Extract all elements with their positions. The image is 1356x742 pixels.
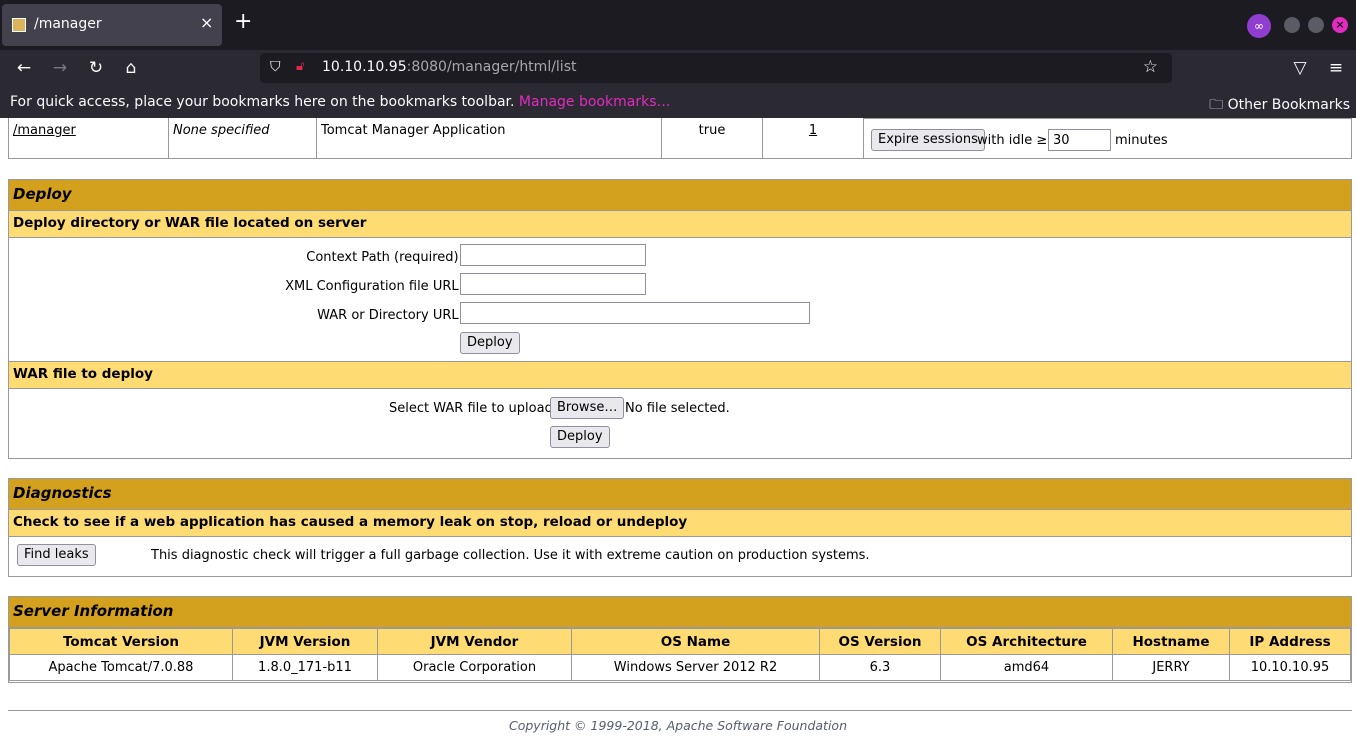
app-version-cell: None specified xyxy=(168,118,317,159)
other-bookmarks-label: Other Bookmarks xyxy=(1227,97,1350,113)
lock-icon[interactable]: 🔓︎ xyxy=(296,59,304,74)
header-os-architecture: OS Architecture xyxy=(940,628,1113,655)
header-os-version: OS Version xyxy=(819,628,941,655)
header-ip-address: IP Address xyxy=(1229,628,1351,655)
private-browsing-icon: ∞ xyxy=(1247,14,1271,38)
tomcat-version-value: Apache Tomcat/7.0.88 xyxy=(9,654,233,681)
url-path: :8080/manager/html/list xyxy=(406,59,577,75)
context-path-label: Context Path (required): xyxy=(306,250,463,265)
bookmarks-toolbar: For quick access, place your bookmarks h… xyxy=(0,88,1356,118)
xml-config-label: XML Configuration file URL: xyxy=(285,279,463,294)
idle-minutes-input[interactable] xyxy=(1048,129,1111,151)
header-hostname: Hostname xyxy=(1112,628,1230,655)
deploy-server-form: Context Path (required): XML Configurati… xyxy=(9,238,1351,362)
header-os-name: OS Name xyxy=(571,628,820,655)
diagnostics-title: Diagnostics xyxy=(9,479,1351,510)
folder-icon: 🗀︎ xyxy=(1209,97,1224,113)
browser-tab[interactable]: /manager × xyxy=(2,4,222,46)
app-commands-cell: Expire sessions with idle ≥ minutes xyxy=(863,118,1352,159)
forward-icon[interactable]: → xyxy=(50,58,70,78)
bookmarks-hint-text: For quick access, place your bookmarks h… xyxy=(10,94,515,110)
page-content: /manager None specified Tomcat Manager A… xyxy=(0,118,1356,742)
jvm-vendor-value: Oracle Corporation xyxy=(377,654,572,681)
star-icon[interactable]: ☆ xyxy=(1143,57,1158,77)
app-sessions-cell: 1 xyxy=(762,118,864,159)
back-icon[interactable]: ← xyxy=(14,58,34,78)
window-close-button[interactable]: × xyxy=(1332,17,1348,33)
war-dir-label: WAR or Directory URL: xyxy=(317,308,463,323)
commands-divider xyxy=(864,118,1351,119)
table-row: /manager None specified Tomcat Manager A… xyxy=(8,118,1352,159)
os-name-value: Windows Server 2012 R2 xyxy=(571,654,820,681)
app-display-name: Tomcat Manager Application xyxy=(316,118,662,159)
applications-table: /manager None specified Tomcat Manager A… xyxy=(8,118,1352,159)
url-text[interactable]: 10.10.10.95:8080/manager/html/list xyxy=(322,59,576,75)
server-info-header-row: Tomcat Version JVM Version JVM Vendor OS… xyxy=(9,628,1351,655)
pocket-icon[interactable]: ▽ xyxy=(1290,58,1310,78)
diagnostics-body: Find leaks This diagnostic check will tr… xyxy=(9,537,1351,575)
war-upload-form: Select WAR file to upload Browse… No fil… xyxy=(9,389,1351,455)
copyright-footer: Copyright © 1999-2018, Apache Software F… xyxy=(508,718,847,733)
xml-config-input[interactable] xyxy=(460,273,646,295)
menu-icon[interactable]: ≡ xyxy=(1326,58,1346,78)
server-info-title: Server Information xyxy=(9,597,1351,628)
tomcat-favicon-icon xyxy=(12,18,26,32)
no-file-label: No file selected. xyxy=(625,401,730,416)
tab-close-icon[interactable]: × xyxy=(200,13,213,32)
with-idle-label: with idle ≥ xyxy=(977,133,1048,148)
nav-bar: ← → ↻ ⌂ ⛉ 🔓︎ 10.10.10.95:8080/manager/ht… xyxy=(0,50,1356,88)
deploy-title: Deploy xyxy=(9,180,1351,211)
deploy-war-button[interactable]: Deploy xyxy=(550,426,610,448)
app-path-cell: /manager xyxy=(8,118,169,159)
header-tomcat-version: Tomcat Version xyxy=(9,628,233,655)
table-row: Apache Tomcat/7.0.88 1.8.0_171-b11 Oracl… xyxy=(9,654,1351,681)
war-dir-input[interactable] xyxy=(460,302,810,324)
reload-icon[interactable]: ↻ xyxy=(86,58,106,78)
diagnostics-description: This diagnostic check will trigger a ful… xyxy=(151,548,870,563)
os-version-value: 6.3 xyxy=(819,654,941,681)
manage-bookmarks-link[interactable]: Manage bookmarks… xyxy=(519,94,671,110)
url-host: 10.10.10.95 xyxy=(322,59,407,75)
tab-bar: /manager × + ∞ × xyxy=(0,0,1356,50)
deploy-section: Deploy Deploy directory or WAR file loca… xyxy=(8,179,1352,459)
ip-address-value: 10.10.10.95 xyxy=(1229,654,1351,681)
new-tab-icon[interactable]: + xyxy=(234,11,252,33)
header-jvm-vendor: JVM Vendor xyxy=(377,628,572,655)
os-architecture-value: amd64 xyxy=(940,654,1113,681)
browse-button[interactable]: Browse… xyxy=(550,397,625,419)
minutes-label: minutes xyxy=(1115,133,1168,148)
header-jvm-version: JVM Version xyxy=(232,628,378,655)
url-bar[interactable]: ⛉ 🔓︎ 10.10.10.95:8080/manager/html/list … xyxy=(260,53,1172,83)
footer-divider xyxy=(8,710,1352,711)
tab-title: /manager xyxy=(34,16,102,32)
app-sessions-link[interactable]: 1 xyxy=(809,123,817,138)
server-info-section: Server Information Tomcat Version JVM Ve… xyxy=(8,596,1352,683)
bookmarks-hint: For quick access, place your bookmarks h… xyxy=(10,94,670,110)
server-info-table: Tomcat Version JVM Version JVM Vendor OS… xyxy=(9,628,1351,681)
context-path-input[interactable] xyxy=(460,244,646,266)
find-leaks-button[interactable]: Find leaks xyxy=(17,544,96,566)
home-icon[interactable]: ⌂ xyxy=(121,58,141,78)
diagnostics-section: Diagnostics Check to see if a web applic… xyxy=(8,478,1352,577)
shield-icon[interactable]: ⛉ xyxy=(270,59,281,75)
select-war-label: Select WAR file to upload xyxy=(389,401,553,416)
minimize-button[interactable] xyxy=(1284,17,1300,33)
app-path-link[interactable]: /manager xyxy=(13,123,76,138)
app-running: true xyxy=(661,118,763,159)
jvm-version-value: 1.8.0_171-b11 xyxy=(232,654,378,681)
deploy-server-button[interactable]: Deploy xyxy=(460,332,520,354)
deploy-server-subtitle: Deploy directory or WAR file located on … xyxy=(9,211,1351,238)
maximize-button[interactable] xyxy=(1308,17,1324,33)
war-file-subtitle: WAR file to deploy xyxy=(9,362,1351,389)
other-bookmarks[interactable]: 🗀︎ Other Bookmarks xyxy=(1209,94,1350,118)
diagnostics-subtitle: Check to see if a web application has ca… xyxy=(9,510,1351,537)
expire-sessions-button[interactable]: Expire sessions xyxy=(871,129,985,151)
hostname-value: JERRY xyxy=(1112,654,1230,681)
